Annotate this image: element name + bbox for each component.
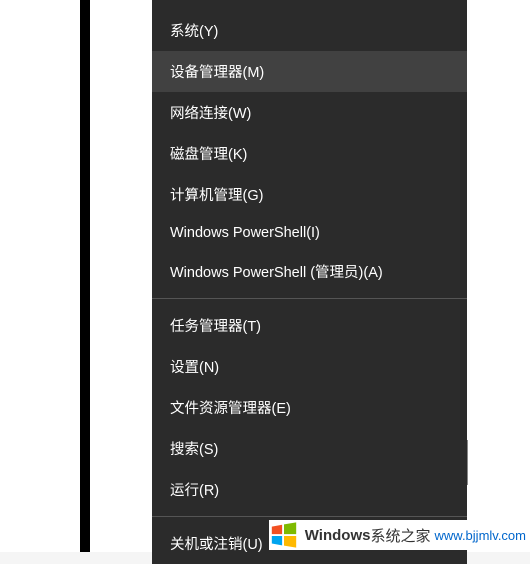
menu-item-settings[interactable]: 设置(N) bbox=[152, 346, 467, 387]
menu-item-device-manager[interactable]: 设备管理器(M) bbox=[152, 51, 467, 92]
menu-item-disk-management[interactable]: 磁盘管理(K) bbox=[152, 133, 467, 174]
menu-item-file-explorer[interactable]: 文件资源管理器(E) bbox=[152, 387, 467, 428]
watermark-brand: Windows bbox=[305, 527, 371, 544]
watermark: Windows 系统之家 www.bjjmlv.com bbox=[269, 520, 526, 550]
menu-item-task-manager[interactable]: 任务管理器(T) bbox=[152, 305, 467, 346]
menu-item-search[interactable]: 搜索(S) bbox=[152, 428, 467, 469]
winx-context-menu: 系统(Y)设备管理器(M)网络连接(W)磁盘管理(K)计算机管理(G)Windo… bbox=[152, 0, 467, 564]
menu-item-computer-management[interactable]: 计算机管理(G) bbox=[152, 174, 467, 215]
menu-item-powershell[interactable]: Windows PowerShell(I) bbox=[152, 215, 467, 251]
menu-item-network-connections[interactable]: 网络连接(W) bbox=[152, 92, 467, 133]
windows-logo-icon bbox=[269, 520, 299, 550]
left-white-strip bbox=[90, 0, 108, 552]
watermark-suffix: 系统之家 bbox=[370, 525, 430, 546]
watermark-url: www.bjjmlv.com bbox=[435, 528, 527, 543]
menu-separator bbox=[152, 298, 467, 299]
menu-item-powershell-admin[interactable]: Windows PowerShell (管理员)(A) bbox=[152, 251, 467, 292]
right-divider-line bbox=[467, 440, 468, 485]
left-dark-strip bbox=[80, 0, 90, 552]
menu-item-system[interactable]: 系统(Y) bbox=[152, 10, 467, 51]
menu-item-run[interactable]: 运行(R) bbox=[152, 469, 467, 510]
menu-separator bbox=[152, 516, 467, 517]
